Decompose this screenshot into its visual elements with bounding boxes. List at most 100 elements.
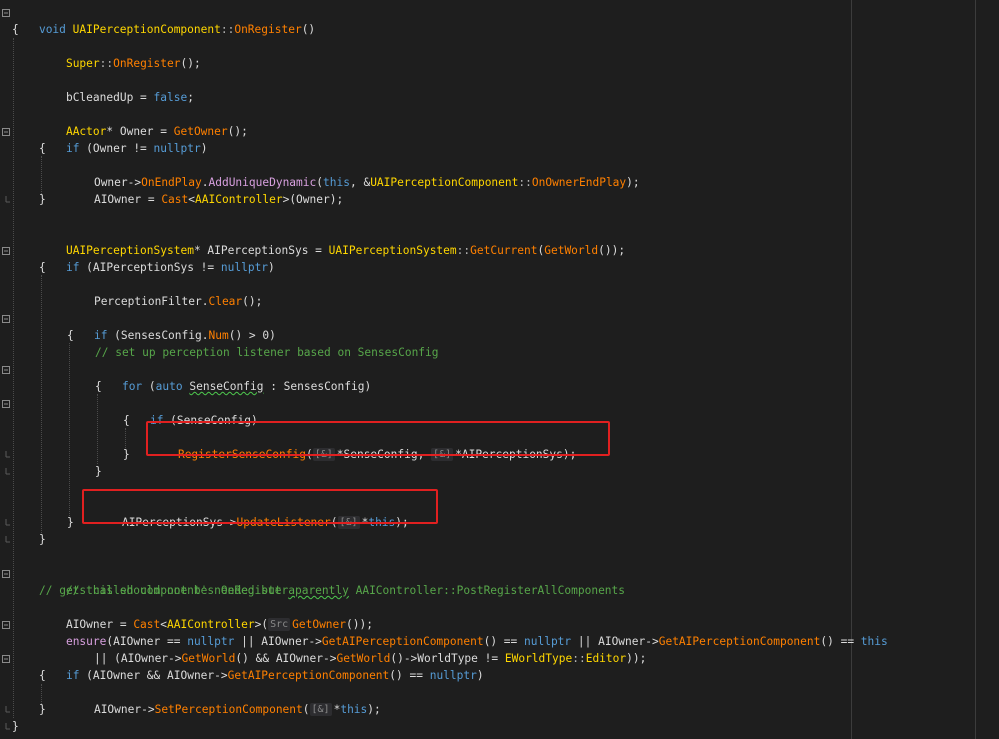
fold-collapse-icon[interactable] bbox=[2, 128, 10, 136]
class-name: UAIPerceptionComponent bbox=[72, 23, 221, 36]
brace: } bbox=[39, 533, 46, 546]
code-line[interactable]: if (AIOwner && AIOwner->GetAIPerceptionC… bbox=[39, 650, 484, 682]
keyword: auto bbox=[155, 380, 183, 393]
comment: // set up perception listener based on S… bbox=[95, 346, 439, 359]
code-line[interactable]: { bbox=[39, 140, 46, 157]
function-name: OnRegister bbox=[234, 23, 302, 36]
fold-end-icon bbox=[2, 723, 10, 731]
code-line[interactable]: AActor* Owner = GetOwner(); bbox=[39, 106, 248, 138]
code-line[interactable]: AIOwner->SetPerceptionComponent([&] *this… bbox=[67, 684, 381, 716]
brace: } bbox=[39, 193, 46, 206]
fold-collapse-icon[interactable] bbox=[2, 247, 10, 255]
fold-end-icon bbox=[2, 468, 10, 476]
code-line[interactable]: { bbox=[39, 259, 46, 276]
code-line[interactable]: } bbox=[39, 191, 46, 208]
code-line[interactable]: { bbox=[95, 378, 102, 395]
code-line[interactable]: bCleanedUp = false; bbox=[39, 72, 194, 104]
function-name: GetAIPerceptionComponent bbox=[227, 669, 390, 682]
code-line[interactable]: Owner->OnEndPlay.AddUniqueDynamic(this, … bbox=[67, 157, 640, 189]
keyword: this bbox=[340, 703, 368, 716]
keyword: nullptr bbox=[153, 142, 201, 155]
brace: } bbox=[67, 516, 74, 529]
scope-operator: :: bbox=[518, 176, 532, 189]
code-line[interactable]: if (Owner != nullptr) bbox=[39, 123, 207, 155]
code-line[interactable]: void UAIPerceptionComponent::OnRegister(… bbox=[12, 4, 315, 36]
fold-collapse-icon[interactable] bbox=[2, 655, 10, 663]
code-line[interactable]: } bbox=[123, 446, 130, 463]
column-guide-line bbox=[975, 0, 976, 739]
code-line[interactable]: ensure(AIOwner == nullptr || AIOwner->Ge… bbox=[39, 616, 888, 648]
code-line[interactable]: // this should not be needed but aparent… bbox=[39, 565, 625, 597]
fold-collapse-icon[interactable] bbox=[2, 315, 10, 323]
code-line[interactable]: { bbox=[39, 667, 46, 684]
punctuation: () bbox=[301, 23, 316, 36]
identifier: PerceptionFilter. bbox=[93, 295, 209, 308]
class-name: AAIController bbox=[195, 193, 283, 206]
keyword: if bbox=[93, 329, 108, 342]
function-name: Num bbox=[208, 329, 229, 342]
code-editor[interactable]: void UAIPerceptionComponent::OnRegister(… bbox=[0, 0, 999, 739]
punctuation: >(Owner); bbox=[282, 193, 344, 206]
scope-operator: :: bbox=[572, 652, 586, 665]
code-line[interactable]: // set up perception listener based on S… bbox=[95, 344, 439, 361]
punctuation: (); bbox=[227, 125, 248, 138]
keyword: nullptr bbox=[429, 669, 477, 682]
code-line[interactable]: Super::OnRegister(); bbox=[39, 38, 201, 70]
code-line[interactable]: if (SenseConfig) bbox=[123, 395, 258, 427]
code-line[interactable]: UAIPerceptionSystem* AIPerceptionSys = U… bbox=[39, 225, 625, 257]
fold-collapse-icon[interactable] bbox=[2, 9, 10, 17]
punctuation: ( bbox=[142, 380, 156, 393]
code-line[interactable]: } bbox=[12, 718, 19, 735]
code-line[interactable]: { bbox=[123, 412, 130, 429]
code-line[interactable]: for (auto SenseConfig : SensesConfig) bbox=[95, 361, 371, 393]
punctuation: ()); bbox=[598, 244, 626, 257]
function-name: SetPerceptionComponent bbox=[154, 703, 303, 716]
function-name: GetWorld bbox=[544, 244, 599, 257]
fold-collapse-icon[interactable] bbox=[2, 400, 10, 408]
scope-operator: :: bbox=[220, 23, 235, 36]
identifier: (AIOwner && AIOwner-> bbox=[79, 669, 228, 682]
comment: // gets called component's OnRegister bbox=[39, 584, 289, 597]
brace: { bbox=[12, 23, 19, 36]
fold-collapse-icon[interactable] bbox=[2, 570, 10, 578]
code-line[interactable]: } bbox=[39, 531, 46, 548]
code-line[interactable]: } bbox=[67, 514, 74, 531]
code-line[interactable]: if (AIPerceptionSys != nullptr) bbox=[39, 242, 275, 274]
keyword: this bbox=[860, 635, 888, 648]
code-line[interactable]: { bbox=[67, 327, 74, 344]
brace: } bbox=[95, 465, 102, 478]
keyword: if bbox=[65, 142, 80, 155]
fold-end-icon bbox=[2, 519, 10, 527]
enum-value: Editor bbox=[585, 652, 627, 665]
code-line[interactable]: AIOwner = Cast<AAIController>(Owner); bbox=[67, 174, 343, 206]
punctuation: ; bbox=[187, 91, 194, 104]
code-line[interactable]: || (AIOwner->GetWorld() && AIOwner->GetW… bbox=[67, 633, 646, 665]
fold-end-icon bbox=[2, 706, 10, 714]
code-line[interactable]: AIOwner = Cast<AAIController>(Src GetOwne… bbox=[39, 599, 373, 631]
punctuation: () == bbox=[820, 635, 861, 648]
punctuation: ) bbox=[200, 142, 208, 155]
highlight-box-register-sense-config bbox=[146, 421, 610, 456]
code-line[interactable]: if (SensesConfig.Num() > 0) bbox=[67, 310, 276, 342]
punctuation: ); bbox=[626, 176, 640, 189]
punctuation: ( bbox=[302, 703, 310, 716]
comment: AAIController::PostRegisterAllComponents bbox=[348, 584, 626, 597]
code-line[interactable]: } bbox=[39, 701, 46, 718]
brace: { bbox=[95, 380, 102, 393]
brace: } bbox=[123, 448, 130, 461]
function-name: GetCurrent bbox=[470, 244, 538, 257]
code-line[interactable]: // gets called component's OnRegister bbox=[39, 582, 288, 599]
keyword: if bbox=[65, 261, 80, 274]
identifier: AIOwner-> bbox=[93, 703, 155, 716]
code-line[interactable]: } bbox=[95, 463, 102, 480]
fold-collapse-icon[interactable] bbox=[2, 621, 10, 629]
code-line[interactable]: { bbox=[12, 21, 19, 38]
fold-collapse-icon[interactable] bbox=[2, 366, 10, 374]
scope-operator: :: bbox=[99, 57, 114, 70]
code-line[interactable]: PerceptionFilter.Clear(); bbox=[67, 276, 262, 308]
punctuation: () > 0) bbox=[228, 329, 276, 342]
identifier-with-warning[interactable]: SenseConfig bbox=[189, 380, 263, 393]
keyword: false bbox=[153, 91, 188, 104]
brace: } bbox=[12, 720, 19, 733]
comment-with-spelling-warning[interactable]: aparently bbox=[288, 584, 349, 597]
